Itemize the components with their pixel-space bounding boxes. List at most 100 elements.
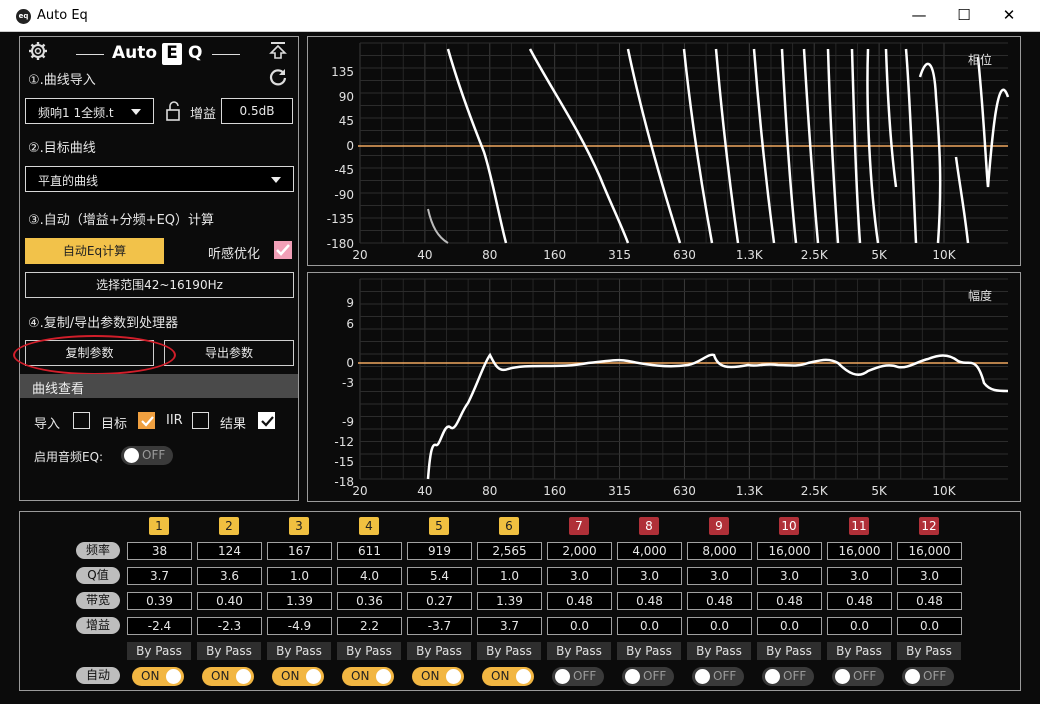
app-icon: eq <box>16 9 31 24</box>
band-frequency-input[interactable]: 2,000 <box>547 542 612 560</box>
band-gain-input[interactable]: -4.9 <box>267 617 332 635</box>
band-frequency-input[interactable]: 2,565 <box>477 542 542 560</box>
optimize-checkbox[interactable] <box>274 241 292 259</box>
band-frequency-input[interactable]: 16,000 <box>757 542 822 560</box>
band-auto-toggle[interactable]: ON <box>412 667 464 686</box>
band-bypass-button[interactable]: By Pass <box>827 642 891 660</box>
y-tick-label: -9 <box>342 415 354 429</box>
band-auto-toggle[interactable]: OFF <box>552 667 604 686</box>
minimize-button[interactable]: — <box>896 0 942 32</box>
band-gain-input[interactable]: 0.0 <box>687 617 752 635</box>
band-q-input[interactable]: 4.0 <box>337 567 402 585</box>
band-number-badge: 7 <box>569 517 589 535</box>
band-gain-input[interactable]: -3.7 <box>407 617 472 635</box>
band-bypass-button[interactable]: By Pass <box>547 642 611 660</box>
audio-eq-toggle[interactable]: OFF <box>121 446 173 465</box>
band-gain-input[interactable]: 0.0 <box>827 617 892 635</box>
band-q-input[interactable]: 3.7 <box>127 567 192 585</box>
band-q-input[interactable]: 1.0 <box>267 567 332 585</box>
band-frequency-input[interactable]: 8,000 <box>687 542 752 560</box>
band-bypass-button[interactable]: By Pass <box>617 642 681 660</box>
maximize-button[interactable]: ☐ <box>941 0 987 32</box>
band-gain-input[interactable]: 0.0 <box>547 617 612 635</box>
band-gain-input[interactable]: -2.4 <box>127 617 192 635</box>
band-gain-input[interactable]: 0.0 <box>757 617 822 635</box>
band-bypass-button[interactable]: By Pass <box>757 642 821 660</box>
band-gain-input[interactable]: 2.2 <box>337 617 402 635</box>
band-bandwidth-input[interactable]: 1.39 <box>477 592 542 610</box>
band-bypass-button[interactable]: By Pass <box>267 642 331 660</box>
band-bypass-button[interactable]: By Pass <box>897 642 961 660</box>
gear-icon[interactable] <box>28 41 48 61</box>
band-q-input[interactable]: 3.6 <box>197 567 262 585</box>
band-auto-toggle[interactable]: ON <box>272 667 324 686</box>
band-bypass-button[interactable]: By Pass <box>127 642 191 660</box>
band-frequency-input[interactable]: 611 <box>337 542 402 560</box>
band-bypass-button[interactable]: By Pass <box>407 642 471 660</box>
band-bandwidth-input[interactable]: 0.48 <box>547 592 612 610</box>
band-bandwidth-input[interactable]: 0.27 <box>407 592 472 610</box>
band-bandwidth-input[interactable]: 0.36 <box>337 592 402 610</box>
auto-eq-calc-button[interactable]: 自动Eq计算 <box>25 238 164 264</box>
band-bypass-button[interactable]: By Pass <box>477 642 541 660</box>
band-frequency-input[interactable]: 167 <box>267 542 332 560</box>
band-frequency-input[interactable]: 16,000 <box>897 542 962 560</box>
close-button[interactable]: ✕ <box>986 0 1032 32</box>
band-q-input[interactable]: 5.4 <box>407 567 472 585</box>
step1-label: ①.曲线导入 <box>28 73 96 88</box>
band-auto-toggle[interactable]: ON <box>482 667 534 686</box>
band-bypass-button[interactable]: By Pass <box>337 642 401 660</box>
band-q-input[interactable]: 3.0 <box>757 567 822 585</box>
band-auto-state: ON <box>351 669 370 683</box>
unlock-icon[interactable] <box>165 101 183 121</box>
target-checkbox[interactable] <box>138 412 155 429</box>
band-frequency-input[interactable]: 919 <box>407 542 472 560</box>
iir-checkbox[interactable] <box>192 412 209 429</box>
band-q-input[interactable]: 3.0 <box>617 567 682 585</box>
band-auto-toggle[interactable]: ON <box>202 667 254 686</box>
band-bypass-button[interactable]: By Pass <box>197 642 261 660</box>
band-bandwidth-input[interactable]: 0.48 <box>687 592 752 610</box>
band-gain-input[interactable]: 0.0 <box>897 617 962 635</box>
band-q-input[interactable]: 3.0 <box>897 567 962 585</box>
magnitude-x-ticks: 20 40 80 160 315 630 1.3K 2.5K 5K 10K <box>352 484 956 498</box>
band-auto-toggle[interactable]: OFF <box>622 667 674 686</box>
band-bandwidth-input[interactable]: 0.40 <box>197 592 262 610</box>
band-frequency-input[interactable]: 38 <box>127 542 192 560</box>
curve-source-select[interactable]: 频响1 1全频.t <box>25 98 154 124</box>
result-checkbox[interactable] <box>258 412 275 429</box>
band-frequency-input[interactable]: 124 <box>197 542 262 560</box>
band-q-input[interactable]: 1.0 <box>477 567 542 585</box>
band-auto-toggle[interactable]: OFF <box>902 667 954 686</box>
band-gain-input[interactable]: 0.0 <box>617 617 682 635</box>
band-number-badge: 12 <box>919 517 939 535</box>
band-gain-input[interactable]: 3.7 <box>477 617 542 635</box>
phase-chart-panel: 135 90 45 0 -45 -90 -135 -180 20 40 80 160 315 630 1.… <box>307 36 1021 266</box>
target-curve-select[interactable]: 平直的曲线 <box>25 166 294 192</box>
band-auto-toggle[interactable]: ON <box>132 667 184 686</box>
band-bandwidth-input[interactable]: 1.39 <box>267 592 332 610</box>
band-frequency-input[interactable]: 16,000 <box>827 542 892 560</box>
band-auto-toggle[interactable]: OFF <box>692 667 744 686</box>
band-gain-input[interactable]: -2.3 <box>197 617 262 635</box>
band-frequency-input[interactable]: 4,000 <box>617 542 682 560</box>
gain-input[interactable]: 0.5dB <box>221 98 293 124</box>
band-auto-toggle[interactable]: OFF <box>832 667 884 686</box>
select-range-button[interactable]: 选择范围42~16190Hz <box>25 272 294 298</box>
band-bandwidth-input[interactable]: 0.48 <box>757 592 822 610</box>
band-q-input[interactable]: 3.0 <box>687 567 752 585</box>
refresh-icon[interactable] <box>268 67 288 87</box>
export-params-button[interactable]: 导出参数 <box>164 340 294 366</box>
band-auto-toggle[interactable]: ON <box>342 667 394 686</box>
band-bypass-button[interactable]: By Pass <box>687 642 751 660</box>
collapse-up-icon[interactable] <box>268 41 288 61</box>
band-bandwidth-input[interactable]: 0.48 <box>617 592 682 610</box>
band-q-input[interactable]: 3.0 <box>547 567 612 585</box>
band-auto-toggle[interactable]: OFF <box>762 667 814 686</box>
band-q-input[interactable]: 3.0 <box>827 567 892 585</box>
band-bandwidth-input[interactable]: 0.48 <box>827 592 892 610</box>
band-bandwidth-input[interactable]: 0.48 <box>897 592 962 610</box>
import-checkbox[interactable] <box>73 412 90 429</box>
band-bandwidth-input[interactable]: 0.39 <box>127 592 192 610</box>
row-label-gain: 增益 <box>76 617 120 634</box>
